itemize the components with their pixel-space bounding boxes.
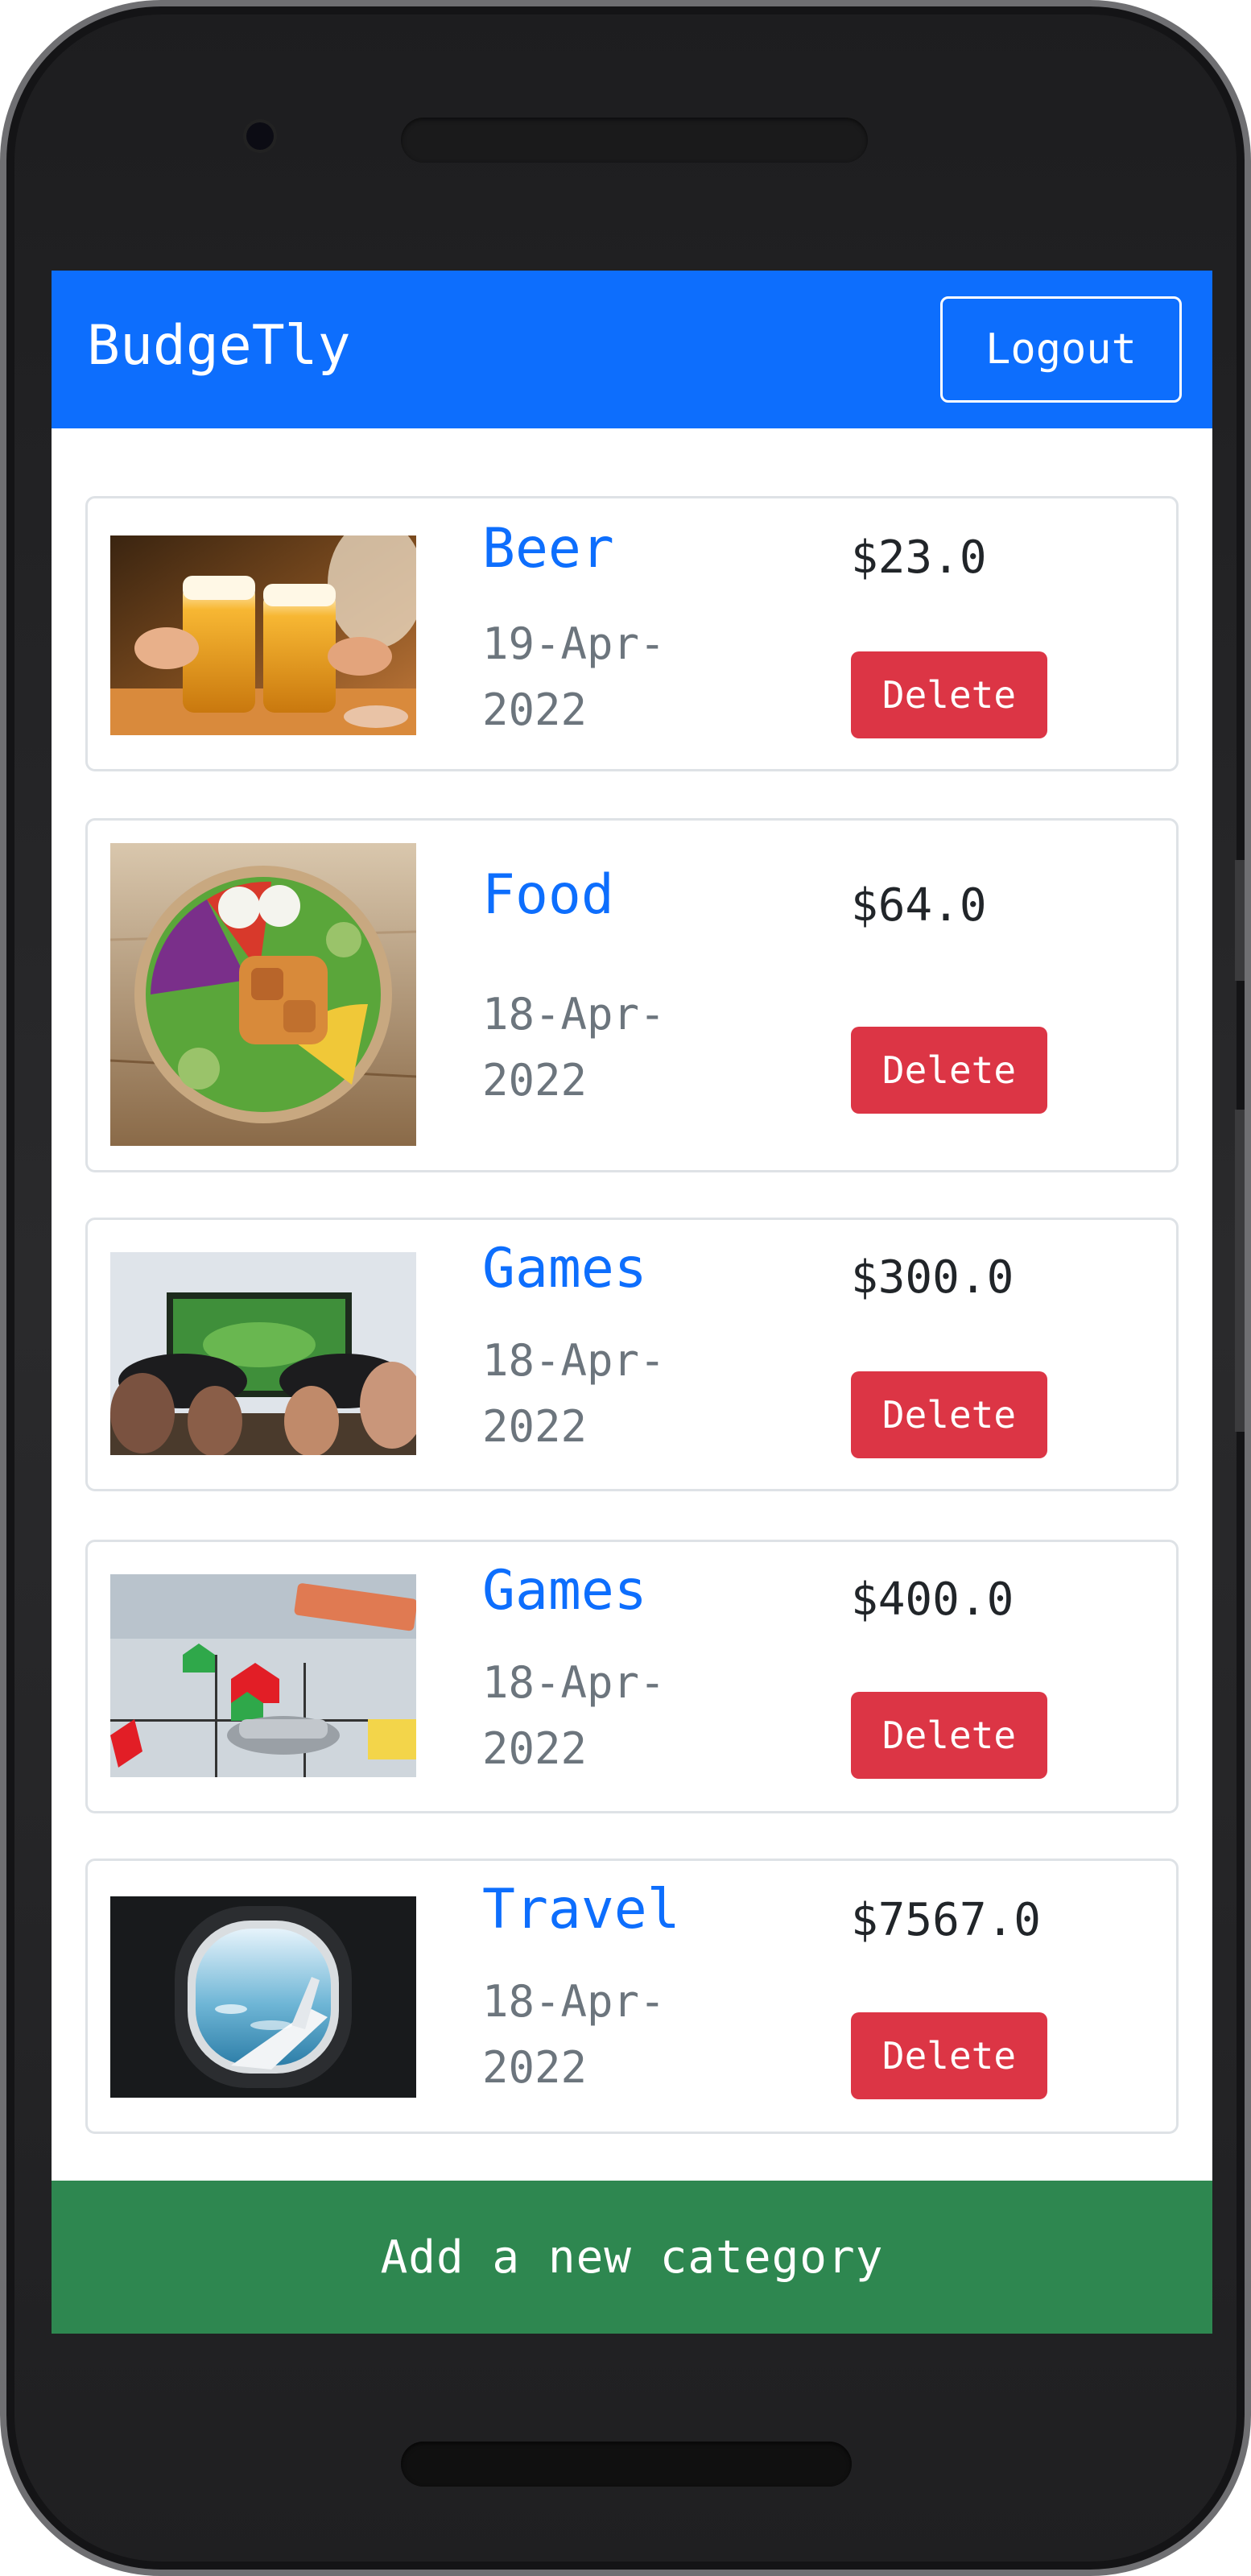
beer-mugs-photo [110,535,416,735]
category-date: 18-Apr-2022 [482,1976,666,2093]
category-amount: $7567.0 [851,1894,1042,1946]
game-controllers-photo [110,1252,416,1455]
add-category-button[interactable]: Add a new category [52,2181,1212,2334]
delete-button[interactable]: Delete [851,2012,1047,2099]
category-amount: $400.0 [851,1573,1014,1626]
category-title: Travel [482,1878,680,1941]
category-card-beer: Beer 19-Apr-2022 $23.0 Delete [85,496,1179,771]
board-game-photo [110,1574,416,1777]
navbar: BudgeTly Logout [52,271,1212,428]
category-card-travel: Travel 18-Apr-2022 $7567.0 Delete [85,1859,1179,2134]
category-date: 18-Apr-2022 [482,989,666,1106]
app-screen: BudgeTly Logout Beer 19-Apr-2022 $23.0 D… [52,271,1212,2334]
brand-title[interactable]: BudgeTly [87,311,351,382]
category-amount: $64.0 [851,879,987,932]
category-amount: $23.0 [851,531,987,584]
bottom-speaker [401,2442,852,2487]
airplane-window-photo [110,1896,416,2098]
earpiece-speaker [401,118,868,163]
logout-button[interactable]: Logout [940,296,1182,403]
category-date: 18-Apr-2022 [482,1657,666,1774]
category-date: 19-Apr-2022 [482,618,666,735]
phone-frame: BudgeTly Logout Beer 19-Apr-2022 $23.0 D… [0,0,1251,2576]
salad-bowl-photo [110,843,416,1146]
category-amount: $300.0 [851,1251,1014,1304]
category-date: 18-Apr-2022 [482,1335,666,1452]
power-button [1235,860,1245,981]
volume-button [1235,1110,1245,1432]
front-camera [246,122,274,150]
category-card-food: Food 18-Apr-2022 $64.0 Delete [85,818,1179,1172]
category-title: Games [482,1559,647,1623]
delete-button[interactable]: Delete [851,1371,1047,1458]
category-title: Beer [482,517,614,581]
delete-button[interactable]: Delete [851,1027,1047,1114]
category-title: Food [482,863,614,927]
delete-button[interactable]: Delete [851,1692,1047,1779]
category-title: Games [482,1237,647,1300]
category-card-games: Games 18-Apr-2022 $300.0 Delete [85,1218,1179,1491]
category-card-games: Games 18-Apr-2022 $400.0 Delete [85,1540,1179,1813]
delete-button[interactable]: Delete [851,651,1047,738]
